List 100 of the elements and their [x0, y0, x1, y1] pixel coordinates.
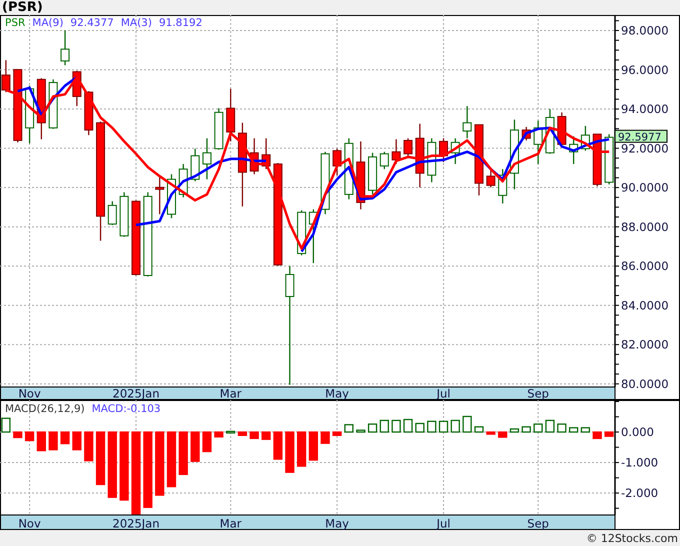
candlestick [84, 91, 94, 136]
candlestick [439, 138, 448, 162]
copyright-text: © 12Stocks.com [586, 532, 678, 544]
date-label: Mar [220, 516, 242, 530]
histogram-bar [262, 431, 271, 440]
histogram-bar [332, 431, 342, 436]
candlestick [392, 139, 401, 164]
candlestick [48, 79, 58, 129]
histogram-bar [48, 431, 58, 450]
indicator-label: MACD:-0.103 [92, 403, 161, 415]
candlestick [262, 138, 271, 170]
candlestick [427, 138, 436, 182]
candlestick [250, 138, 259, 174]
histogram-bar [427, 420, 436, 433]
histogram-bar [166, 431, 176, 488]
histogram-bar [226, 430, 236, 434]
date-label: May [325, 386, 349, 400]
indicator-label: MA(9) [32, 17, 64, 29]
histogram-bar [13, 431, 22, 438]
histogram-bar [285, 431, 294, 473]
histogram-bar [155, 431, 164, 496]
histogram-bar [1, 418, 11, 433]
axis-label: 90.0000 [621, 180, 669, 195]
histogram-bar [96, 431, 106, 486]
candlestick [190, 148, 200, 182]
candlestick [72, 70, 82, 106]
histogram-bar [486, 431, 496, 435]
candlestick [450, 138, 460, 164]
histogram-bar [72, 431, 82, 450]
date-label: Nov [18, 516, 41, 530]
histogram-bar [273, 431, 283, 460]
candlestick [404, 138, 413, 157]
histogram-bar [557, 424, 566, 433]
axis-label: 96.0000 [621, 62, 669, 77]
histogram-bar [462, 416, 472, 433]
histogram-bar [450, 420, 460, 433]
candlestick [1, 60, 10, 92]
histogram-bar [60, 431, 70, 444]
histogram-bar [380, 420, 389, 433]
histogram-bar [356, 430, 366, 433]
indicator-label: MACD(26,12,9) [5, 403, 85, 415]
axis-label: 92.0000 [621, 141, 669, 156]
histogram-bar [238, 431, 248, 436]
histogram-bar [569, 427, 578, 433]
indicator-value: 91.8192 [158, 17, 202, 29]
histogram-bar [392, 420, 401, 433]
axis-label: -2.000 [621, 486, 658, 500]
axis-label: 84.0000 [621, 298, 669, 312]
candlestick [486, 169, 496, 188]
axis-label: 0.000 [621, 425, 654, 440]
axis-label: -1.000 [621, 456, 658, 470]
histogram-bar [474, 426, 484, 433]
candlestick [415, 124, 424, 188]
candlestick [380, 152, 389, 170]
date-label: Nov [18, 386, 41, 400]
ticker-label: PSR [5, 17, 26, 29]
histogram-bar [498, 431, 508, 438]
candlestick [569, 136, 578, 164]
axis-label: 94.0000 [621, 102, 669, 116]
candlestick [36, 78, 46, 140]
histogram-bar [415, 422, 424, 433]
candlestick [510, 120, 519, 190]
candlestick [202, 138, 212, 180]
candlestick [534, 120, 543, 164]
histogram-bar [604, 431, 614, 437]
histogram-bar [214, 431, 224, 438]
indicator-value: 92.4377 [70, 17, 114, 29]
histogram-bar [84, 431, 94, 462]
date-label: May [325, 516, 349, 530]
date-label: 2025Jan [112, 386, 160, 400]
histogram-bar [24, 431, 34, 442]
date-label: Jul [436, 516, 450, 530]
histogram-bar [438, 420, 448, 433]
histogram-bar [403, 418, 413, 433]
chart-title: (PSR) [2, 0, 43, 15]
candlestick [155, 177, 164, 214]
indicator-label: MA(3) [120, 17, 152, 29]
histogram-bar [308, 431, 318, 461]
histogram-bar [190, 431, 200, 462]
date-label: Mar [220, 386, 242, 400]
histogram-bar [36, 431, 46, 452]
histogram-bar [320, 431, 330, 444]
axis-label: 88.0000 [621, 220, 669, 234]
histogram-bar [510, 428, 520, 433]
histogram-bar [250, 431, 259, 440]
histogram-bar [296, 431, 306, 467]
histogram-bar [368, 424, 378, 433]
axis-label: 80.0000 [621, 376, 669, 391]
histogram-bar [580, 427, 590, 433]
candlestick [368, 152, 378, 194]
candlestick [120, 192, 129, 237]
candlestick [214, 108, 224, 150]
histogram-bar [522, 426, 531, 433]
candlestick [592, 134, 602, 186]
candlestick [332, 148, 342, 176]
axis-label: 82.0000 [621, 338, 669, 352]
date-label: Jul [436, 386, 450, 400]
candlestick [25, 86, 34, 144]
histogram-bar [534, 424, 543, 433]
histogram-bar [202, 431, 212, 452]
